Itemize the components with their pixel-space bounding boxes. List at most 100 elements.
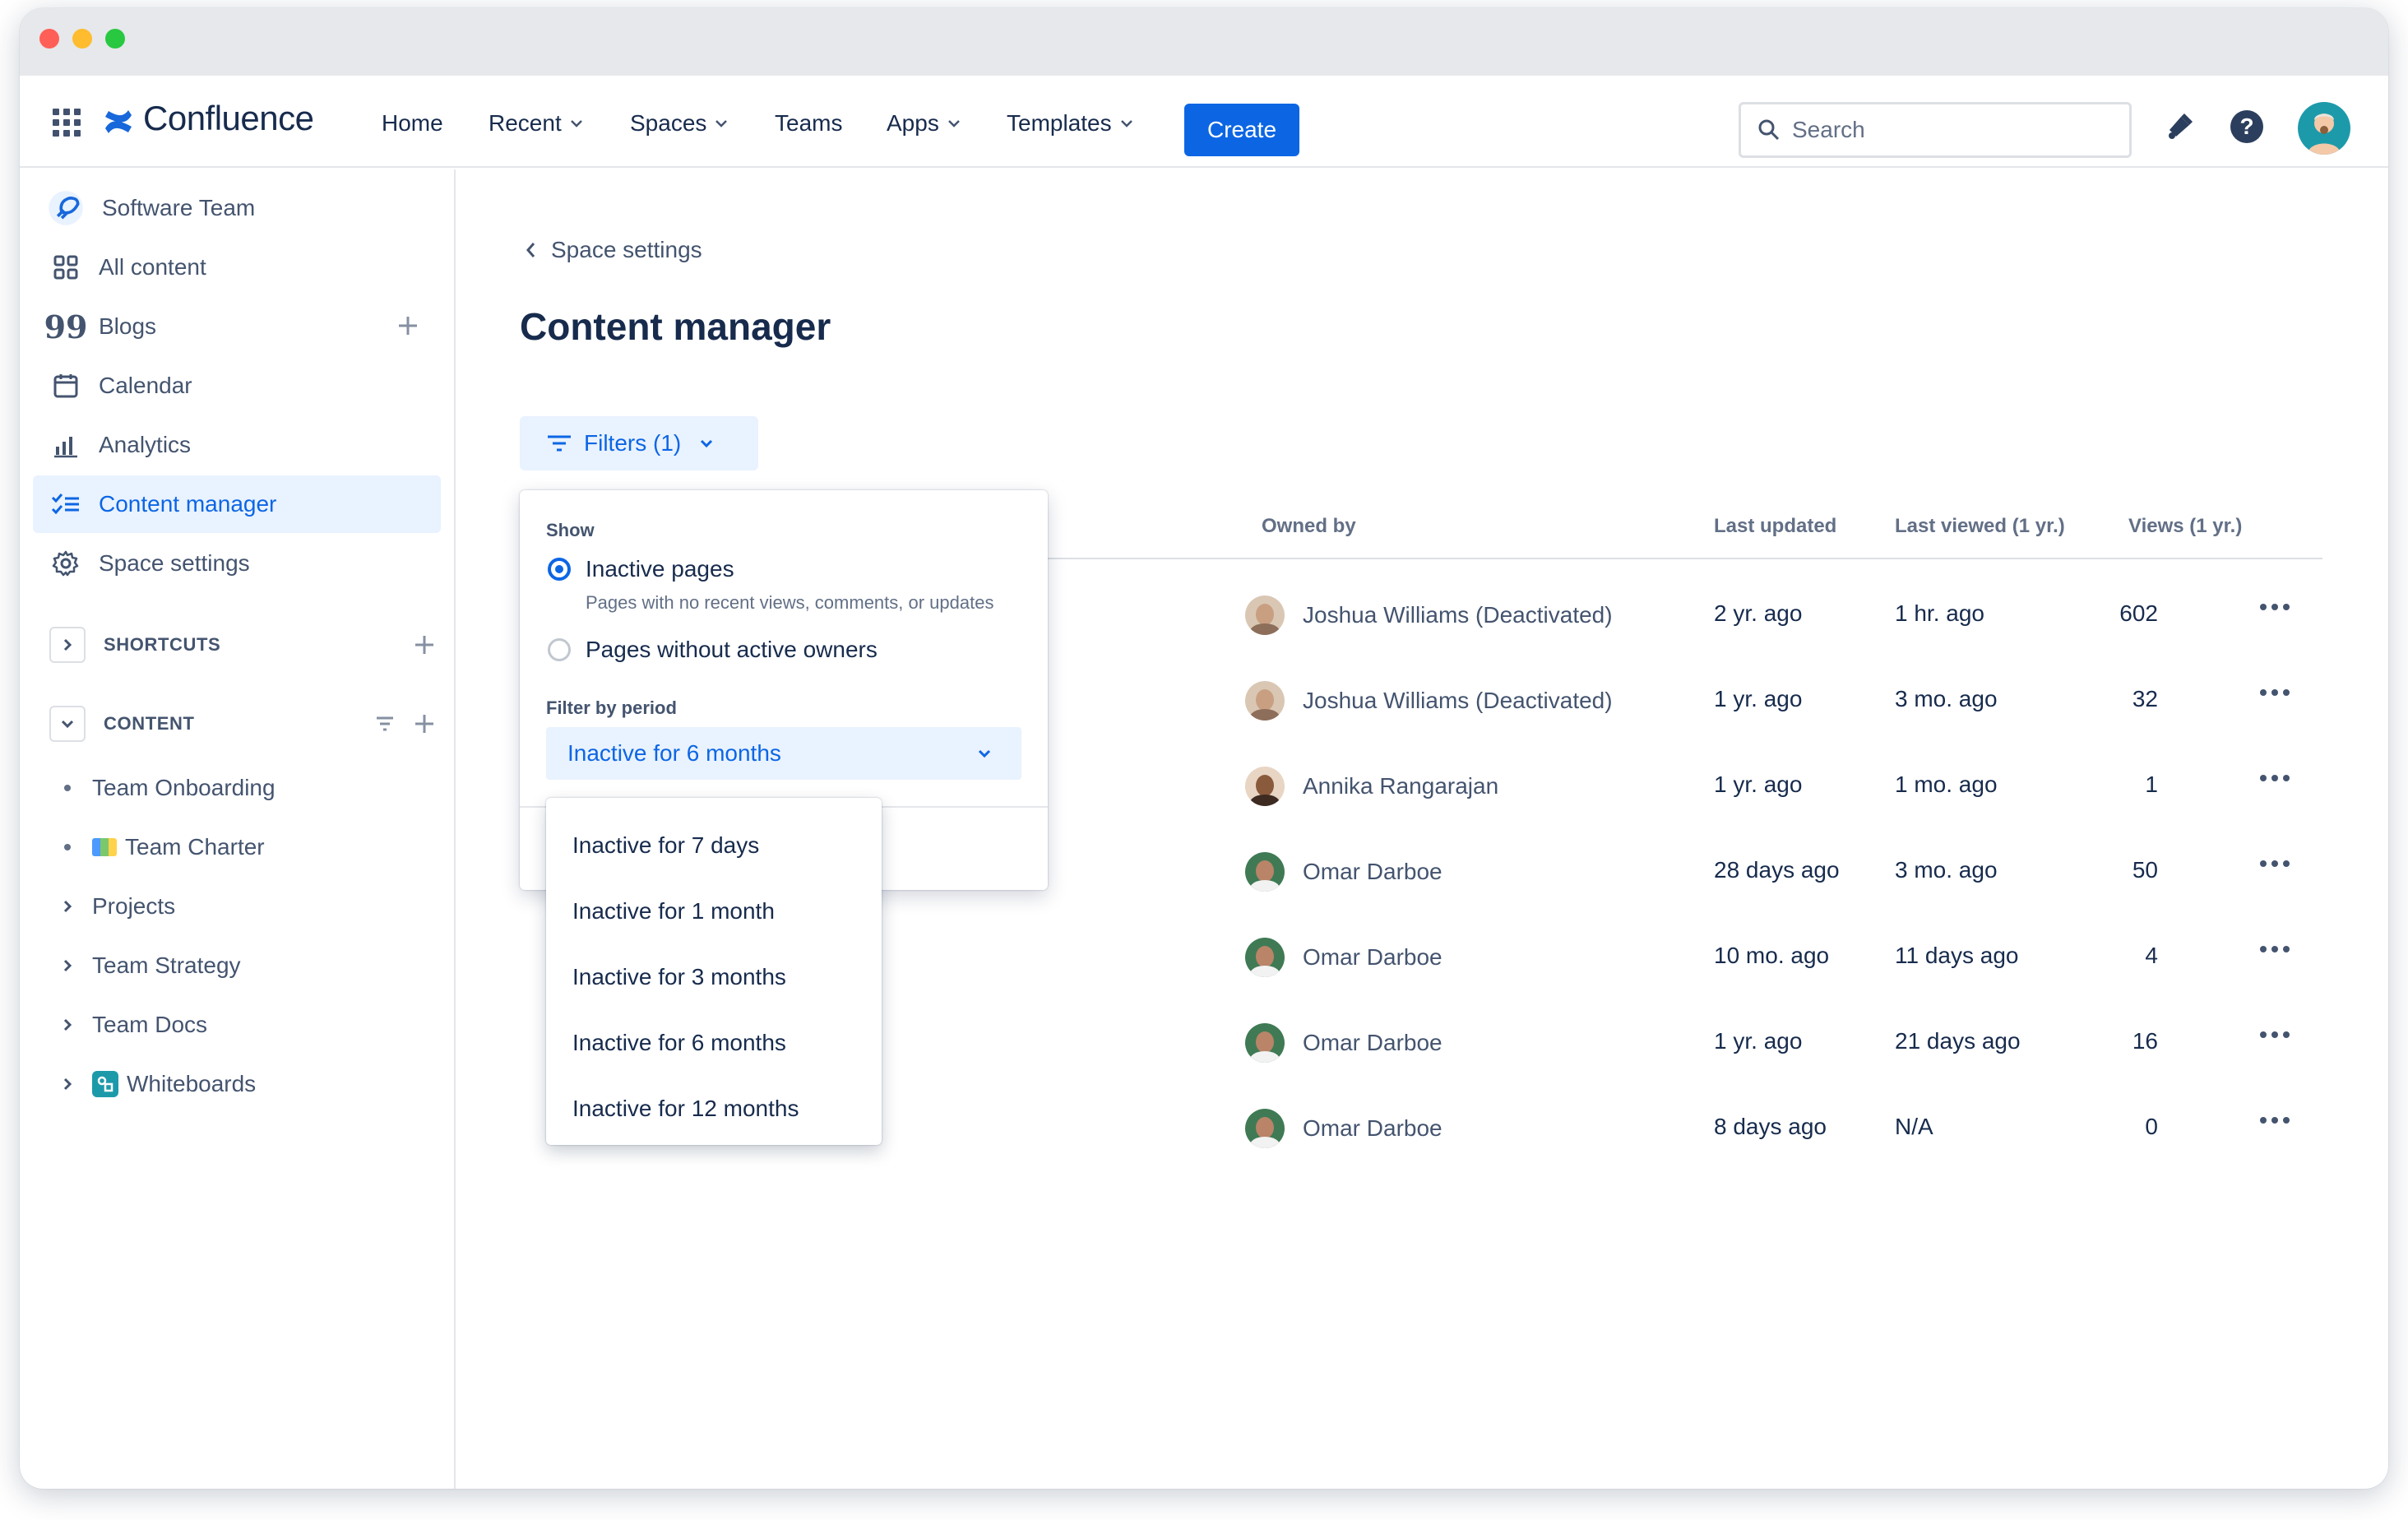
period-option-6-months[interactable]: Inactive for 6 months	[546, 1010, 882, 1076]
avatar	[1245, 852, 1285, 892]
owner-name: Joshua Williams (Deactivated)	[1303, 602, 1613, 628]
column-last-updated[interactable]: Last updated	[1714, 515, 1836, 538]
app-name[interactable]: Confluence	[143, 99, 314, 138]
views-cell: 4	[2145, 943, 2158, 968]
tree-item-label: Team Charter	[125, 834, 265, 860]
help-icon[interactable]: ?	[2230, 110, 2263, 143]
last-updated-cell: 1 yr. ago	[1714, 1028, 1803, 1054]
tree-item-team-docs[interactable]: Team Docs	[59, 1012, 207, 1038]
period-option-7-days[interactable]: Inactive for 7 days	[546, 813, 882, 878]
more-actions-icon[interactable]	[2260, 775, 2290, 781]
sidebar-item-label: Space settings	[99, 550, 250, 576]
chevron-down-icon	[61, 720, 74, 729]
option-without-owners-label[interactable]: Pages without active owners	[586, 637, 878, 663]
create-button[interactable]: Create	[1184, 104, 1299, 156]
tree-item-label: Team Docs	[92, 1012, 208, 1037]
content-section[interactable]: CONTENT	[49, 706, 195, 742]
radio-inactive-pages[interactable]	[548, 558, 571, 581]
tree-item-team-charter[interactable]: Team Charter	[59, 834, 265, 860]
sidebar-item-calendar[interactable]: Calendar	[33, 357, 441, 415]
nav-home[interactable]: Home	[382, 110, 443, 137]
whiteboard-icon	[92, 1071, 118, 1097]
nav-apps[interactable]: Apps	[887, 110, 961, 137]
column-last-viewed[interactable]: Last viewed (1 yr.)	[1895, 515, 2065, 538]
option-inactive-pages-label[interactable]: Inactive pages	[586, 556, 734, 582]
nav-spaces[interactable]: Spaces	[630, 110, 728, 137]
chevron-right-icon	[63, 638, 72, 651]
period-select[interactable]: Inactive for 6 months	[546, 727, 1021, 780]
column-owned-by[interactable]: Owned by	[1262, 515, 1356, 538]
apps-grid-icon[interactable]	[53, 109, 81, 137]
tree-item-team-strategy[interactable]: Team Strategy	[59, 952, 241, 979]
last-updated-cell: 1 yr. ago	[1714, 686, 1803, 711]
chevron-right-icon[interactable]	[59, 957, 76, 974]
owner-cell[interactable]: Joshua Williams (Deactivated)	[1245, 681, 1613, 721]
views-cell: 0	[2145, 1114, 2158, 1139]
nav-teams[interactable]: Teams	[775, 110, 842, 137]
minimize-window-button[interactable]	[72, 29, 92, 49]
last-viewed-cell: 3 mo. ago	[1895, 857, 1998, 883]
chevron-left-icon	[526, 243, 535, 257]
more-actions-icon[interactable]	[2260, 689, 2290, 696]
chevron-right-icon[interactable]	[59, 1076, 76, 1092]
user-avatar[interactable]	[2298, 102, 2350, 155]
period-option-1-month[interactable]: Inactive for 1 month	[546, 878, 882, 944]
grid-icon	[51, 253, 81, 282]
add-content-icon[interactable]	[413, 712, 436, 735]
filters-button[interactable]: Filters (1)	[520, 416, 758, 470]
search-box[interactable]	[1739, 102, 2132, 158]
owner-name: Omar Darboe	[1303, 1115, 1442, 1141]
confluence-logo-icon[interactable]	[102, 105, 135, 138]
more-actions-icon[interactable]	[2260, 604, 2290, 610]
tree-item-team-onboarding[interactable]: Team Onboarding	[59, 775, 276, 801]
period-option-3-months[interactable]: Inactive for 3 months	[546, 944, 882, 1010]
maximize-window-button[interactable]	[105, 29, 125, 49]
radio-without-owners[interactable]	[548, 638, 571, 661]
content-label: CONTENT	[104, 713, 195, 734]
period-option-12-months[interactable]: Inactive for 12 months	[546, 1076, 882, 1142]
owner-cell[interactable]: Omar Darboe	[1245, 1109, 1442, 1148]
owner-cell[interactable]: Omar Darboe	[1245, 1023, 1442, 1063]
owner-name: Joshua Williams (Deactivated)	[1303, 688, 1613, 713]
owner-cell[interactable]: Omar Darboe	[1245, 938, 1442, 977]
show-label: Show	[546, 520, 595, 540]
quote-icon: 99	[44, 308, 88, 345]
more-actions-icon[interactable]	[2260, 946, 2290, 952]
avatar	[1245, 767, 1285, 806]
tree-item-whiteboards[interactable]: Whiteboards	[59, 1071, 256, 1097]
window-titlebar	[20, 8, 2388, 76]
tree-item-label: Whiteboards	[127, 1071, 257, 1096]
more-actions-icon[interactable]	[2260, 1031, 2290, 1038]
sidebar-item-content-manager[interactable]: Content manager	[33, 475, 441, 533]
more-actions-icon[interactable]	[2260, 1117, 2290, 1124]
sidebar-item-analytics[interactable]: Analytics	[33, 416, 441, 474]
filter-icon[interactable]	[373, 712, 396, 735]
close-window-button[interactable]	[39, 29, 59, 49]
period-label: Filter by period	[546, 697, 677, 718]
nav-templates[interactable]: Templates	[1007, 110, 1133, 137]
search-input[interactable]	[1792, 117, 2105, 143]
chevron-right-icon[interactable]	[59, 1017, 76, 1033]
sidebar-item-blogs[interactable]: 99 Blogs	[33, 298, 441, 355]
tree-item-projects[interactable]: Projects	[59, 893, 175, 920]
owner-cell[interactable]: Joshua Williams (Deactivated)	[1245, 595, 1613, 635]
shortcuts-section[interactable]: SHORTCUTS	[49, 627, 220, 663]
sidebar-item-space-settings[interactable]: Space settings	[33, 535, 441, 592]
owner-cell[interactable]: Annika Rangarajan	[1245, 767, 1498, 806]
owner-cell[interactable]: Omar Darboe	[1245, 852, 1442, 892]
owner-name: Omar Darboe	[1303, 859, 1442, 884]
nav-apps-label: Apps	[887, 110, 939, 136]
owner-name: Omar Darboe	[1303, 944, 1442, 970]
nav-recent[interactable]: Recent	[489, 110, 583, 137]
sidebar-item-all-content[interactable]: All content	[33, 239, 441, 296]
add-shortcut-icon[interactable]	[413, 633, 436, 656]
more-actions-icon[interactable]	[2260, 860, 2290, 867]
add-blog-icon[interactable]	[396, 314, 419, 337]
collapse-content-button[interactable]	[49, 706, 86, 742]
back-link[interactable]: Space settings	[525, 237, 702, 263]
notification-icon[interactable]	[2163, 110, 2196, 143]
chevron-right-icon[interactable]	[59, 898, 76, 915]
expand-shortcuts-button[interactable]	[49, 627, 86, 663]
sidebar-space-header[interactable]: Software Team	[33, 179, 441, 237]
column-views[interactable]: Views (1 yr.)	[2128, 515, 2242, 538]
